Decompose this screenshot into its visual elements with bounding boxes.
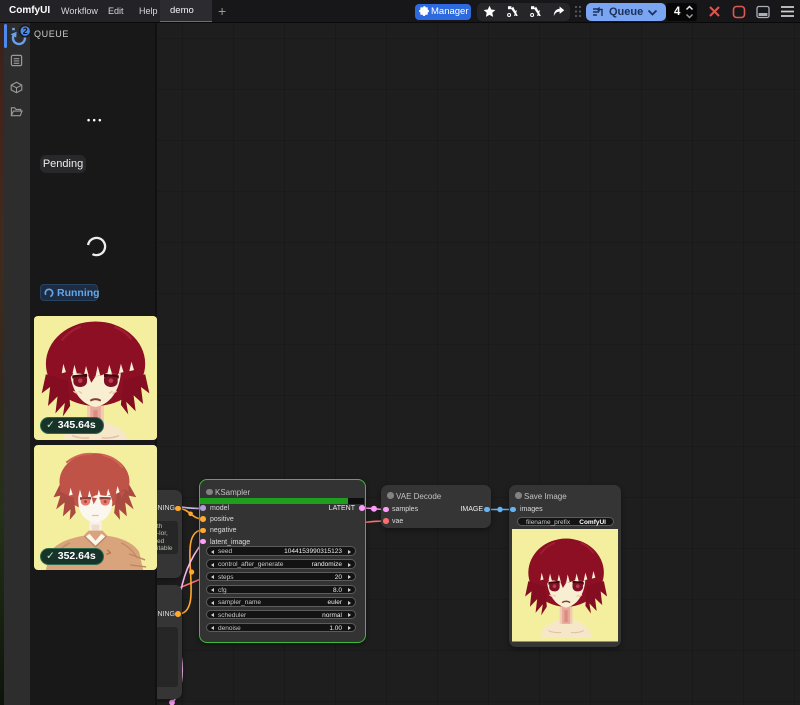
svg-text:2: 2 [23,26,28,36]
